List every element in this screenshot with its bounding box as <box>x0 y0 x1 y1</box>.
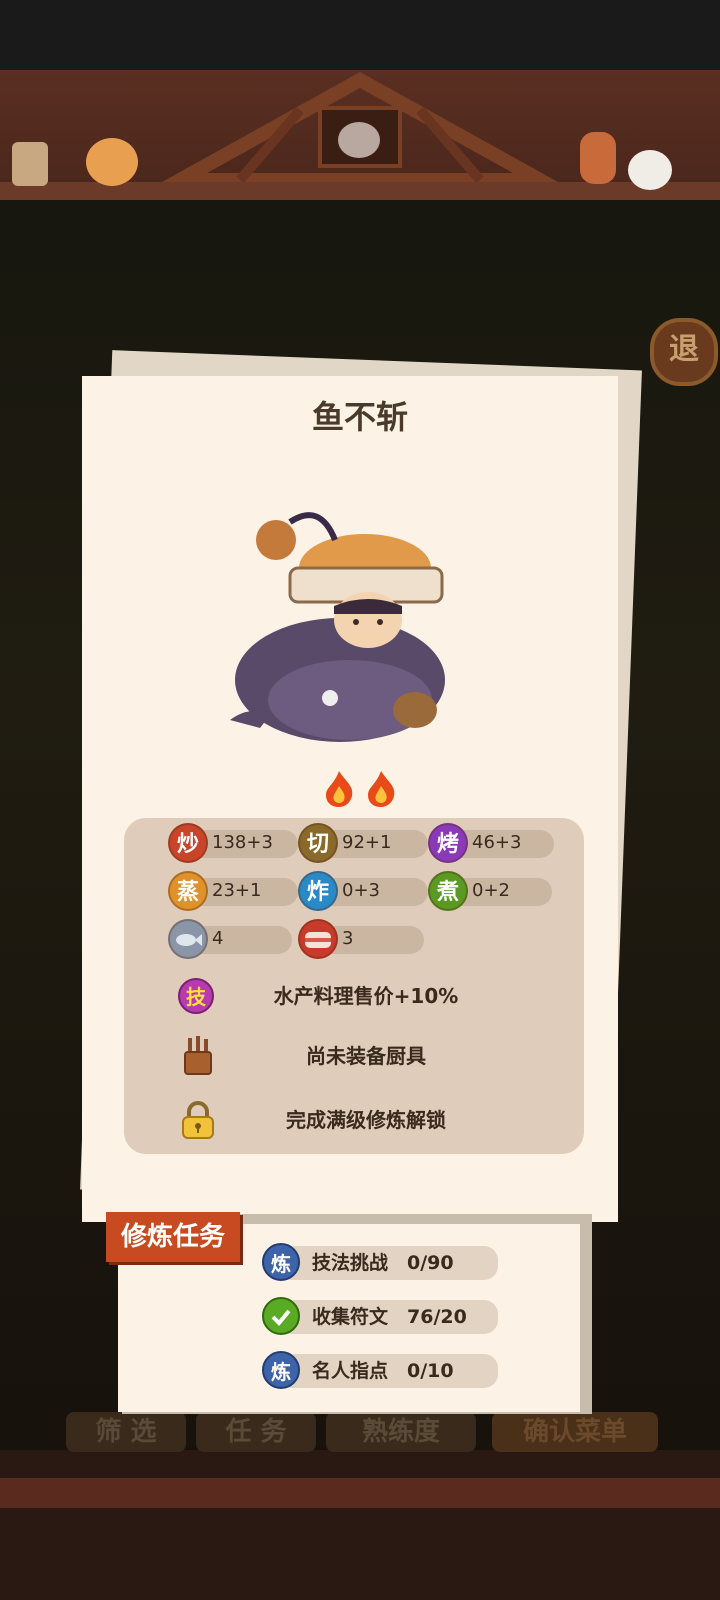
stat-meat: 3 <box>298 919 428 959</box>
roast-icon: 烤 <box>428 823 468 863</box>
tab-confirm-menu: 确认菜单 <box>492 1412 658 1452</box>
stir-fry-icon: 炒 <box>168 823 208 863</box>
train-icon: 炼 <box>262 1351 300 1389</box>
status-bar <box>0 0 720 70</box>
stat-steam: 蒸 23+1 <box>168 871 298 911</box>
chef-portrait <box>230 510 460 760</box>
boil-icon: 煮 <box>428 871 468 911</box>
task-item[interactable]: 炼 技法挑战 0/90 <box>262 1243 498 1281</box>
bottom-tab-bar: 筛 选 任 务 熟练度 确认菜单 <box>62 1412 658 1456</box>
stat-stir-fry: 炒 138+3 <box>168 823 298 863</box>
white-cat-icon <box>628 150 672 190</box>
stat-boil: 煮 0+2 <box>428 871 558 911</box>
floor <box>0 1450 720 1600</box>
task-item[interactable]: 炼 名人指点 0/10 <box>262 1351 498 1389</box>
cut-icon: 切 <box>298 823 338 863</box>
task-progress: 76/20 <box>407 1306 467 1328</box>
task-item[interactable]: 收集符文 76/20 <box>262 1297 498 1335</box>
train-icon: 炼 <box>262 1243 300 1281</box>
stat-deep-fry: 炸 0+3 <box>298 871 428 911</box>
chef-name: 鱼不斩 <box>311 398 408 436</box>
lock-row: 完成满级修炼解锁 <box>124 1100 584 1140</box>
raccoon-icon <box>338 122 380 158</box>
stat-value: 92+1 <box>342 832 392 853</box>
stat-roast: 烤 46+3 <box>428 823 558 863</box>
cat-icon <box>86 138 138 186</box>
jar-icon <box>12 142 48 186</box>
tab-proficiency: 熟练度 <box>326 1412 476 1452</box>
skill-row: 技 水产料理售价+10% <box>124 976 584 1016</box>
steam-icon: 蒸 <box>168 871 208 911</box>
skill-text: 水产料理售价+10% <box>273 984 459 1008</box>
floor-strip <box>0 1478 720 1508</box>
exit-badge: 退 <box>650 318 718 386</box>
stat-value: 23+1 <box>212 880 262 901</box>
meat-icon <box>298 919 338 959</box>
task-name: 名人指点 <box>312 1360 389 1382</box>
rarity-flames <box>320 770 400 810</box>
chef-npc-icon <box>580 132 616 184</box>
tab-tasks: 任 务 <box>196 1412 316 1452</box>
stat-value: 4 <box>212 928 224 949</box>
flame-icon <box>322 770 356 808</box>
task-name: 收集符文 <box>312 1306 389 1328</box>
check-icon <box>262 1297 300 1335</box>
flame-icon <box>364 770 398 808</box>
stat-value: 0+2 <box>472 880 510 901</box>
task-progress: 0/90 <box>407 1252 454 1274</box>
deep-fry-icon: 炸 <box>298 871 338 911</box>
fish-icon <box>168 919 208 959</box>
stat-value: 138+3 <box>212 832 273 853</box>
task-progress: 0/10 <box>407 1360 454 1382</box>
task-panel-label: 修炼任务 <box>106 1212 240 1262</box>
equipment-row: 尚未装备厨具 <box>124 1036 584 1076</box>
stat-cut: 切 92+1 <box>298 823 428 863</box>
tab-filter: 筛 选 <box>66 1412 186 1452</box>
stat-value: 0+3 <box>342 880 380 901</box>
equipment-text: 尚未装备厨具 <box>306 1044 426 1068</box>
stat-fish: 4 <box>168 919 298 959</box>
stat-value: 3 <box>342 928 354 949</box>
task-name: 技法挑战 <box>312 1252 389 1274</box>
lock-text: 完成满级修炼解锁 <box>286 1108 446 1132</box>
stat-value: 46+3 <box>472 832 522 853</box>
